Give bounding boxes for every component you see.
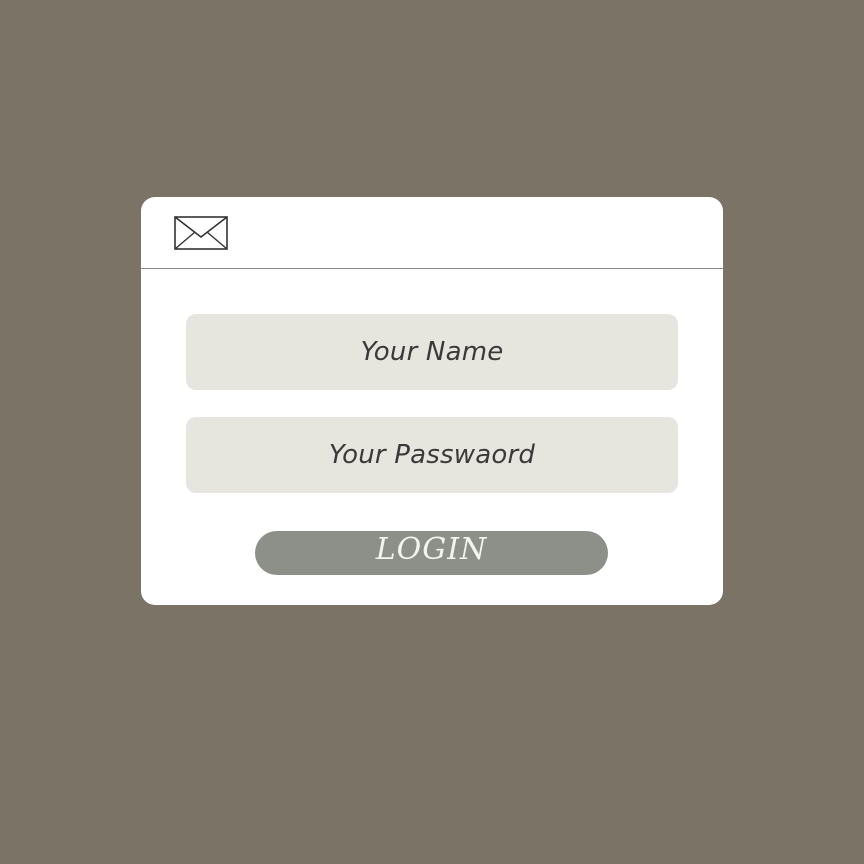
password-input-placeholder: Your Passwaord	[328, 440, 536, 470]
page-background: Your Name Your Passwaord LOGIN	[0, 0, 864, 864]
name-input[interactable]: Your Name	[186, 314, 678, 390]
card-header	[141, 197, 723, 269]
login-card: Your Name Your Passwaord LOGIN	[141, 197, 723, 605]
login-button[interactable]: LOGIN	[255, 531, 608, 575]
password-input[interactable]: Your Passwaord	[186, 417, 678, 493]
name-input-placeholder: Your Name	[360, 337, 504, 367]
envelope-icon	[174, 216, 228, 250]
login-button-label: LOGIN	[375, 531, 488, 567]
